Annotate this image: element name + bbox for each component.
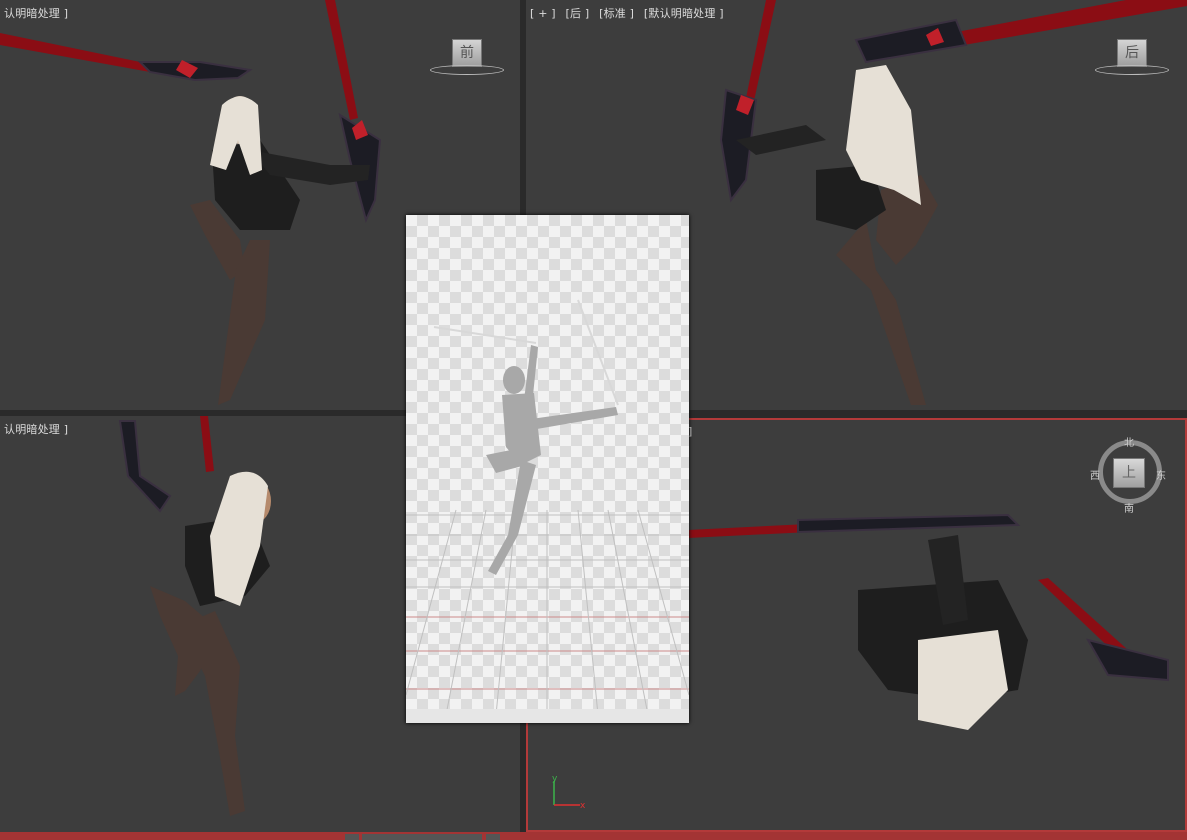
axis-x-label: x [580,801,586,811]
reference-image-window[interactable] [406,215,689,723]
viewcube-face-label[interactable]: 前 [452,39,482,67]
time-slider-track[interactable] [362,834,482,840]
time-slider-bar[interactable] [0,832,1187,840]
viewcube-back[interactable]: 后 [1095,37,1169,77]
viewcube-ring[interactable] [1095,65,1169,75]
axis-y-label: y [552,775,558,784]
spear-shaft-left [0,33,150,72]
viewcube-front[interactable]: 前 [430,37,504,77]
spear-shaft-right [325,0,358,120]
compass-west-label: 西 [1090,471,1100,482]
compass-north-label: 北 [1124,438,1134,449]
reference-pose-image [406,299,689,723]
viewcube-ring[interactable] [430,65,504,75]
viewcube-top[interactable]: 上 [1113,458,1145,488]
time-slider-handle[interactable] [345,834,359,840]
compass-south-label: 南 [1124,504,1134,515]
axis-gizmo: y x [552,775,586,811]
viewcube-face-label[interactable]: 后 [1117,39,1147,67]
compass-east-label: 东 [1156,471,1166,482]
time-slider-next[interactable] [486,834,500,840]
